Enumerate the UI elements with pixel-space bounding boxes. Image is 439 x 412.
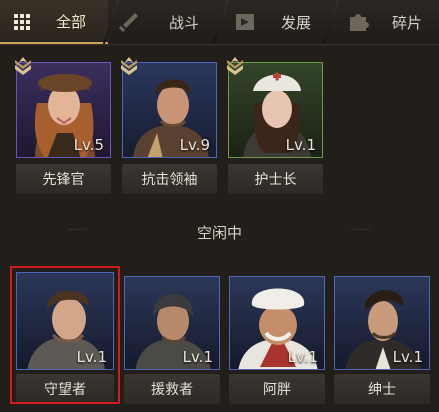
hero-card-gentleman[interactable]: Lv.1 绅士 — [334, 276, 430, 404]
tab-battle-label: 战斗 — [169, 13, 200, 32]
hero-name: 抗击领袖 — [122, 164, 217, 194]
tab-fragments[interactable]: 碎片 — [332, 0, 439, 44]
tab-battle[interactable]: 战斗 — [112, 0, 218, 44]
sword-icon — [119, 13, 138, 32]
hero-name: 援救者 — [124, 374, 220, 404]
hero-name: 阿胖 — [229, 374, 325, 404]
rank-chevron-icon — [121, 57, 137, 75]
tab-fragments-label: 碎片 — [392, 13, 423, 32]
divider-right — [350, 228, 370, 230]
hero-level: Lv.1 — [287, 348, 318, 366]
selection-highlight — [10, 266, 120, 404]
hero-portrait: Lv.1 — [124, 276, 220, 370]
hero-portrait: Lv.1 — [229, 276, 325, 370]
tab-develop[interactable]: 发展 — [222, 0, 328, 44]
hero-level: Lv.1 — [392, 348, 423, 366]
rank-chevron-icon — [15, 57, 31, 75]
tab-all-label: 全部 — [56, 12, 87, 31]
hero-level: Lv.1 — [182, 348, 213, 366]
tab-develop-label: 发展 — [281, 13, 312, 32]
puzzle-icon — [350, 14, 369, 31]
hero-name: 绅士 — [334, 374, 430, 404]
hero-card-rescuer[interactable]: Lv.1 援救者 — [124, 276, 220, 404]
hero-portrait: Lv.1 — [334, 276, 430, 370]
hero-card-vanguard[interactable]: Lv.5 先锋官 — [15, 57, 111, 196]
grid-icon — [14, 14, 30, 30]
hero-level: Lv.5 — [73, 136, 104, 154]
hero-level: Lv.1 — [285, 136, 316, 154]
category-tab-bar: 全部 战斗 发展 碎片 — [0, 0, 439, 45]
hero-name: 先锋官 — [16, 164, 111, 194]
hero-card-resistance-leader[interactable]: Lv.9 抗击领袖 — [121, 57, 217, 196]
tab-all[interactable]: 全部 — [0, 0, 108, 44]
hero-level: Lv.9 — [179, 136, 210, 154]
idle-section-title: 空闲中 — [196, 224, 242, 242]
rank-chevron-icon — [227, 57, 243, 75]
hero-card-head-nurse[interactable]: Lv.1 护士长 — [227, 57, 323, 196]
flag-icon — [236, 14, 254, 30]
hero-card-a-pang[interactable]: Lv.1 阿胖 — [229, 276, 325, 404]
hero-name: 护士长 — [228, 164, 323, 194]
